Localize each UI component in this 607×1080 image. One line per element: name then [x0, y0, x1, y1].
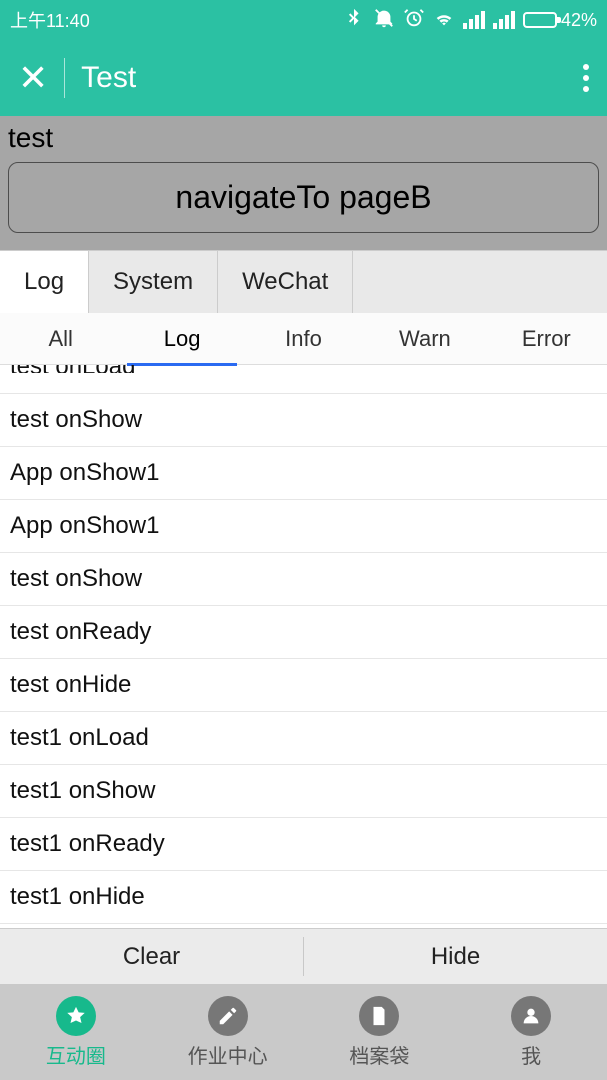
log-list[interactable]: test onLoad test onShow App onShow1 App …: [0, 365, 607, 928]
level-info[interactable]: Info: [243, 313, 364, 364]
log-entry: test onLoad: [0, 365, 607, 394]
battery-percent: 42%: [561, 10, 597, 31]
file-icon: [359, 996, 399, 1036]
more-menu-icon[interactable]: [583, 64, 589, 92]
nav-label: 互动圈: [46, 1040, 106, 1069]
log-entry: test1 onHide: [0, 871, 607, 924]
tab-log[interactable]: Log: [0, 251, 89, 313]
level-all[interactable]: All: [0, 313, 121, 364]
nav-item-portfolio[interactable]: 档案袋: [304, 984, 456, 1080]
log-entry: test onReady: [0, 606, 607, 659]
console-footer: Clear Hide: [0, 928, 607, 984]
title-bar: ✕ Test: [0, 40, 607, 116]
vconsole-panel: Log System WeChat All Log Info Warn Erro…: [0, 250, 607, 1080]
status-bar: 上午11:40 42%: [0, 0, 607, 40]
title-divider: [64, 58, 65, 98]
log-entry: test onShow: [0, 553, 607, 606]
bottom-nav: 互动圈 作业中心 档案袋 我: [0, 984, 607, 1080]
page-content-dimmed: test navigateTo pageB: [0, 116, 607, 250]
nav-item-me[interactable]: 我: [455, 984, 607, 1080]
log-entry: test onShow: [0, 394, 607, 447]
signal-sim1-icon: [463, 11, 485, 29]
log-entry: test1 onShow: [0, 765, 607, 818]
log-entry: test1 onReady: [0, 818, 607, 871]
wifi-icon: [433, 7, 455, 34]
hide-button[interactable]: Hide: [304, 929, 607, 984]
bluetooth-icon: [343, 7, 365, 34]
nav-item-homework[interactable]: 作业中心: [152, 984, 304, 1080]
star-icon: [56, 996, 96, 1036]
nav-label: 我: [521, 1040, 541, 1069]
log-entry: test1 onLoad: [0, 712, 607, 765]
console-level-tabs: All Log Info Warn Error: [0, 313, 607, 365]
log-entry: App onShow1: [0, 447, 607, 500]
log-entry: App onShow1: [0, 500, 607, 553]
nav-item-interact[interactable]: 互动圈: [0, 984, 152, 1080]
tab-wechat[interactable]: WeChat: [218, 251, 353, 313]
level-warn[interactable]: Warn: [364, 313, 485, 364]
level-error[interactable]: Error: [486, 313, 607, 364]
modal-overlay[interactable]: [0, 116, 607, 250]
page-title: Test: [81, 61, 567, 95]
console-main-tabs: Log System WeChat: [0, 251, 607, 313]
clear-button[interactable]: Clear: [0, 929, 303, 984]
do-not-disturb-icon: [373, 7, 395, 34]
status-time: 上午11:40: [10, 7, 343, 33]
person-icon: [511, 996, 551, 1036]
signal-sim2-icon: [493, 11, 515, 29]
nav-label: 作业中心: [188, 1040, 268, 1069]
close-icon[interactable]: ✕: [18, 60, 48, 96]
log-entry: test onHide: [0, 659, 607, 712]
tab-system[interactable]: System: [89, 251, 218, 313]
battery-indicator: 42%: [523, 10, 597, 31]
alarm-icon: [403, 7, 425, 34]
edit-icon: [208, 996, 248, 1036]
nav-label: 档案袋: [349, 1040, 409, 1069]
level-log[interactable]: Log: [121, 313, 242, 364]
